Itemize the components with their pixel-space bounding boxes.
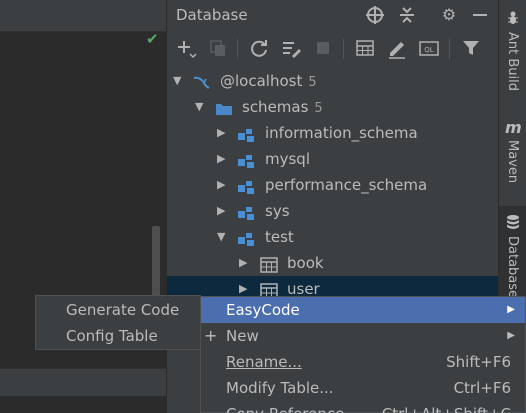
inspection-ok-icon: ✔ <box>146 30 159 48</box>
mysql-datasource-icon <box>192 73 210 89</box>
maven-tab[interactable]: m Maven <box>499 116 526 192</box>
table-icon <box>260 255 278 273</box>
add-icon[interactable] <box>175 37 197 59</box>
schema-icon <box>237 229 255 246</box>
collapse-arrow-icon[interactable]: ▶ <box>217 172 229 198</box>
panel-title: Database <box>176 6 248 24</box>
tree-node-label: performance_schema <box>265 176 428 194</box>
toolbar-separator <box>449 39 450 59</box>
tree-node-host[interactable]: ▼ @localhost 5 <box>167 68 499 94</box>
tree-node-label: information_schema <box>265 124 418 142</box>
folder-icon <box>215 99 233 115</box>
menu-item-label: Rename... <box>226 353 302 371</box>
maven-icon: m <box>505 118 522 137</box>
menu-item-config-table[interactable]: Config Table <box>36 323 200 349</box>
database-tab[interactable]: Database <box>499 206 526 298</box>
crosshair-icon[interactable] <box>364 4 386 26</box>
svg-text:QL: QL <box>424 46 434 54</box>
menu-item-shortcut: Ctrl+F6 <box>453 379 511 397</box>
menu-item-easycode[interactable]: EasyCode ▶ <box>201 297 525 323</box>
database-toolbar: QL <box>167 34 499 64</box>
schema-icon <box>237 125 255 142</box>
table-icon <box>260 281 278 299</box>
database-icon <box>505 214 521 230</box>
filter-icon[interactable] <box>460 37 482 59</box>
tree-node-label: sys <box>265 202 290 220</box>
collapse-arrow-icon[interactable]: ▶ <box>217 120 229 146</box>
collapse-all-icon[interactable] <box>396 4 418 26</box>
collapse-arrow-icon[interactable]: ▶ <box>239 250 251 276</box>
tree-node-schema-test[interactable]: ▼ test <box>167 224 499 250</box>
tree-node-label: schemas 5 <box>242 98 323 116</box>
tree-node-schemas[interactable]: ▼ schemas 5 <box>167 94 499 120</box>
menu-item-label: Config Table <box>66 327 158 345</box>
query-console-icon[interactable]: QL <box>418 37 440 59</box>
submenu-arrow-icon: ▶ <box>507 304 515 315</box>
menu-item-label: Generate Code <box>66 301 180 319</box>
collapse-arrow-icon[interactable]: ▶ <box>217 146 229 172</box>
stop-icon[interactable] <box>312 37 334 59</box>
toolbar-separator <box>237 39 238 59</box>
refresh-icon[interactable] <box>248 37 270 59</box>
expand-arrow-icon[interactable]: ▼ <box>217 224 229 250</box>
editor-area[interactable]: ✔ <box>0 0 166 413</box>
node-count: 5 <box>308 75 317 90</box>
menu-item-label: Modify Table... <box>226 379 334 397</box>
ant-icon <box>505 10 521 26</box>
context-menu: EasyCode ▶ + New ▶ Rename... Shift+F6 Mo… <box>200 296 526 413</box>
plus-icon: + <box>204 326 218 345</box>
tree-node-label: book <box>287 254 324 272</box>
copy-icon[interactable] <box>207 37 229 59</box>
expand-arrow-icon[interactable]: ▼ <box>195 94 207 120</box>
maven-label: Maven <box>505 140 520 184</box>
tree-node-label: @localhost 5 <box>220 72 317 90</box>
database-label: Database <box>505 236 520 299</box>
minimize-icon[interactable] <box>469 4 491 26</box>
properties-icon[interactable] <box>280 37 302 59</box>
tree-node-schema[interactable]: ▶ information_schema <box>167 120 499 146</box>
menu-item-generate-code[interactable]: Generate Code <box>36 297 200 323</box>
ant-build-label: Ant Build <box>505 32 520 91</box>
tree-node-table[interactable]: ▶ book <box>167 250 499 276</box>
toolbar-separator <box>343 39 344 59</box>
tree-node-schema[interactable]: ▶ performance_schema <box>167 172 499 198</box>
editor-tab-bar <box>0 0 166 32</box>
table-editor-icon[interactable] <box>354 37 376 59</box>
gear-icon[interactable]: ⚙ <box>438 4 460 26</box>
edit-source-icon[interactable] <box>386 37 408 59</box>
panel-header: Database ⚙ <box>167 0 499 30</box>
submenu-arrow-icon: ▶ <box>507 330 515 341</box>
node-count: 5 <box>314 101 323 116</box>
menu-item-shortcut: Shift+F6 <box>446 353 511 371</box>
menu-item-label: New <box>226 327 259 345</box>
schema-icon <box>237 177 255 194</box>
easycode-submenu: Generate Code Config Table <box>35 295 201 350</box>
ant-build-tab[interactable]: Ant Build <box>499 4 526 96</box>
tree-node-label: mysql <box>265 150 310 168</box>
tree-node-schema[interactable]: ▶ mysql <box>167 146 499 172</box>
menu-item-rename[interactable]: Rename... Shift+F6 <box>201 349 525 375</box>
menu-item-new[interactable]: + New ▶ <box>201 323 525 349</box>
menu-item-label: EasyCode <box>226 301 300 319</box>
collapse-arrow-icon[interactable]: ▶ <box>217 198 229 224</box>
tree-node-schema[interactable]: ▶ sys <box>167 198 499 224</box>
tree-node-label: test <box>265 228 294 246</box>
menu-item-modify-table[interactable]: Modify Table... Ctrl+F6 <box>201 375 525 401</box>
expand-arrow-icon[interactable]: ▼ <box>173 68 185 94</box>
menu-item-shortcut: Ctrl+Alt+Shift+C <box>382 401 511 413</box>
schema-icon <box>237 151 255 168</box>
menu-item-copy-reference[interactable]: Copy Reference Ctrl+Alt+Shift+C <box>201 401 525 413</box>
schema-icon <box>237 203 255 220</box>
menu-item-label: Copy Reference <box>226 401 344 413</box>
editor-bottom-bar <box>0 368 166 396</box>
